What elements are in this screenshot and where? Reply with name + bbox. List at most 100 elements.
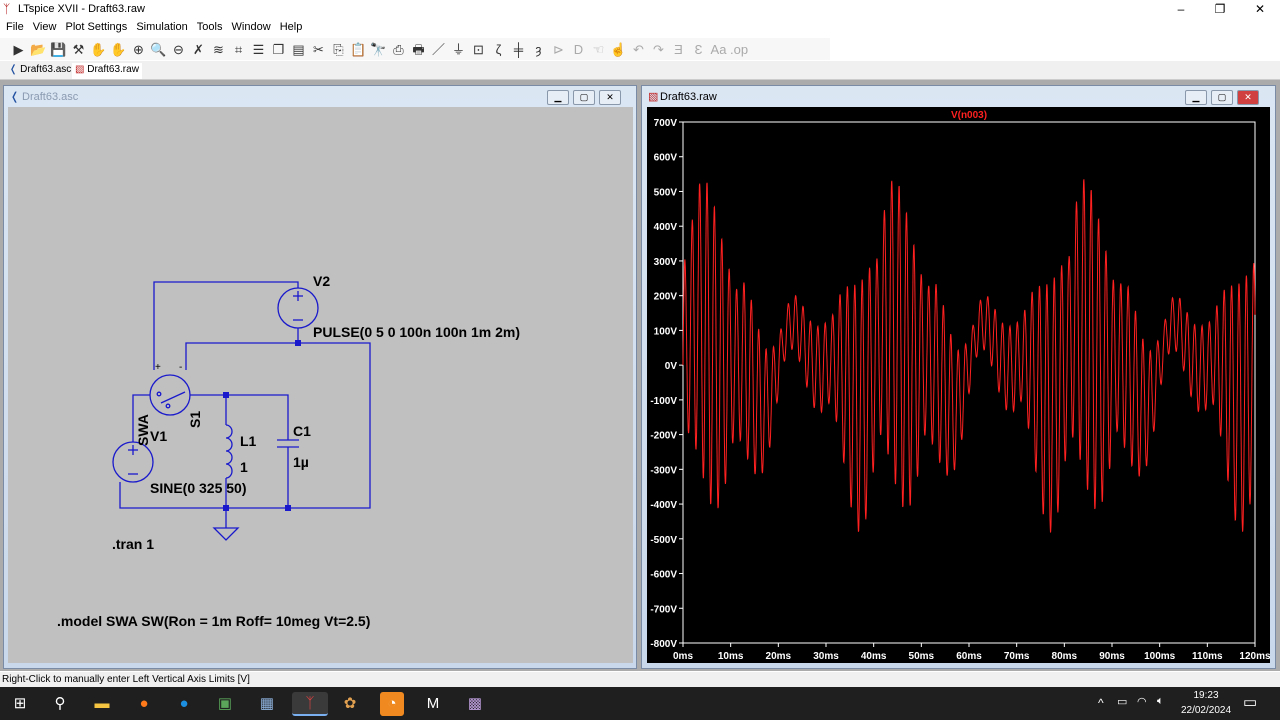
tray-chevron-icon[interactable]: ^ <box>1098 696 1104 710</box>
mark-data-icon[interactable]: ⌗ <box>230 41 247 58</box>
start-windows-icon[interactable]: ⊞ <box>8 692 32 716</box>
close-button[interactable]: ✕ <box>599 90 621 105</box>
minimize-button[interactable]: ▁ <box>547 90 569 105</box>
s1-model[interactable]: SWA <box>135 414 151 446</box>
y-tick-label: 200V <box>654 292 678 303</box>
v1-label[interactable]: V1 <box>150 428 167 444</box>
browser-icon[interactable]: ● <box>172 692 196 716</box>
inductor-icon[interactable]: ȝ <box>530 41 547 58</box>
status-bar: Right-Click to manually enter Left Verti… <box>0 672 1280 687</box>
schematic-window-title: Draft63.asc <box>22 91 79 103</box>
search-icon[interactable]: ⚲ <box>48 692 72 716</box>
menu-window[interactable]: Window <box>229 18 274 36</box>
clock-date[interactable]: 22/02/2024 <box>1176 705 1236 716</box>
drag-icon[interactable]: ☝ <box>610 41 627 58</box>
tab-draft63-asc[interactable]: ❬ Draft63.asc <box>6 63 74 79</box>
component-icon[interactable]: D <box>570 41 587 58</box>
v2-value[interactable]: PULSE(0 5 0 100n 100n 1m 2m) <box>313 324 520 340</box>
tile-icon[interactable]: ▤ <box>290 41 307 58</box>
file-explorer-icon[interactable]: ▬ <box>90 692 114 716</box>
v1-value[interactable]: SINE(0 325 50) <box>150 480 247 496</box>
menu-simulation[interactable]: Simulation <box>133 18 190 36</box>
y-tick-label: 500V <box>654 187 678 198</box>
control-panel-icon[interactable]: ⚒ <box>70 41 87 58</box>
x-tick-label: 50ms <box>909 651 935 662</box>
model-directive[interactable]: .model SWA SW(Ron = 1m Roff= 10meg Vt=2.… <box>57 613 370 629</box>
trace-label-v-n003[interactable]: V(n003) <box>951 110 987 121</box>
ground-icon[interactable]: ⏚ <box>450 41 467 58</box>
clock-time[interactable]: 19:23 <box>1180 690 1232 701</box>
zoom-in-icon[interactable]: ⊕ <box>130 41 147 58</box>
undo-icon[interactable]: ↶ <box>630 41 647 58</box>
cut-icon[interactable]: ✂ <box>310 41 327 58</box>
battery-icon[interactable]: ▭ <box>1117 695 1127 708</box>
label-icon[interactable]: ⊡ <box>470 41 487 58</box>
paste-icon[interactable]: 📋 <box>350 41 367 58</box>
schematic-canvas[interactable]: + - V2 PULSE(0 5 0 100n 100n 1m 2m) V1 S… <box>8 107 633 663</box>
waveform-plot[interactable]: V(n003) 700V 600V 500V 400V 300V 200V 100V 0V -1… <box>647 107 1270 663</box>
app-icon[interactable]: ▣ <box>213 692 237 716</box>
tab-label: Draft63.raw <box>87 64 139 75</box>
copy-icon[interactable]: ⎘ <box>330 41 347 58</box>
tab-draft63-raw[interactable]: ▧ Draft63.raw <box>72 63 142 79</box>
minimize-button[interactable]: – <box>1161 0 1201 18</box>
notifications-icon[interactable]: ▭ <box>1243 693 1257 711</box>
close-button[interactable]: ✕ <box>1240 0 1280 18</box>
menu-file[interactable]: File <box>3 18 27 36</box>
c1-value[interactable]: 1µ <box>293 454 309 470</box>
zoom-area-icon[interactable]: 🔍 <box>150 41 167 58</box>
open-icon[interactable]: 📂 <box>30 41 47 58</box>
y-tick-label: -800V <box>650 639 677 650</box>
tran-directive[interactable]: .tran 1 <box>112 536 154 552</box>
firefox-icon[interactable]: ● <box>132 692 156 716</box>
l1-label[interactable]: L1 <box>240 433 257 449</box>
waveform-window-title: Draft63.raw <box>660 91 717 103</box>
redo-icon[interactable]: ↷ <box>650 41 667 58</box>
menu-view[interactable]: View <box>30 18 60 36</box>
wifi-icon[interactable]: ◠ <box>1137 695 1147 708</box>
rotate-icon[interactable]: Ǝ <box>670 41 687 58</box>
maximize-button[interactable]: ❐ <box>1200 0 1240 18</box>
mirror-icon[interactable]: Ɛ <box>690 41 707 58</box>
close-button[interactable]: ✕ <box>1237 90 1259 105</box>
wire-icon[interactable]: ／ <box>430 41 447 58</box>
spice-directive-icon[interactable]: .op <box>730 41 748 58</box>
capacitor-icon[interactable]: ╪ <box>510 41 527 58</box>
halt-icon[interactable]: ✋ <box>90 41 107 58</box>
diode-icon[interactable]: ⊳ <box>550 41 567 58</box>
calculator-icon[interactable]: ▦ <box>255 692 279 716</box>
pan-icon[interactable]: ✋ <box>110 41 127 58</box>
print-setup-icon[interactable]: ⎙ <box>390 41 407 58</box>
save-icon[interactable]: 💾 <box>50 41 67 58</box>
find-icon[interactable]: 🔭 <box>370 41 387 58</box>
y-tick-label: 100V <box>654 326 678 337</box>
text-icon[interactable]: Aa <box>710 41 727 58</box>
menu-plot-settings[interactable]: Plot Settings <box>63 18 131 36</box>
move-icon[interactable]: ☜ <box>590 41 607 58</box>
zoom-cancel-icon[interactable]: ✗ <box>190 41 207 58</box>
waveform-icon: ▧ <box>75 64 88 75</box>
app-grid-icon[interactable]: ▩ <box>463 692 487 716</box>
volume-icon[interactable]: 🔈︎ <box>1157 695 1164 708</box>
restore-button[interactable]: ▢ <box>573 90 595 105</box>
minimize-button[interactable]: ▁ <box>1185 90 1207 105</box>
autorange-icon[interactable]: ≋ <box>210 41 227 58</box>
restore-button[interactable]: ▢ <box>1211 90 1233 105</box>
print-icon[interactable]: 🖶 <box>410 41 427 58</box>
s1-label[interactable]: S1 <box>187 411 203 428</box>
x-tick-label: 120ms <box>1239 651 1270 662</box>
tile-horizontal-icon[interactable]: ☰ <box>250 41 267 58</box>
matlab-icon[interactable]: M <box>421 692 445 716</box>
zoom-out-icon[interactable]: ⊖ <box>170 41 187 58</box>
paint-icon[interactable]: ✿ <box>338 692 362 716</box>
ltspice-taskbar-icon[interactable]: ᛉ <box>292 692 328 716</box>
cascade-icon[interactable]: ❐ <box>270 41 287 58</box>
app-orange-icon[interactable]: ◔ <box>380 692 404 716</box>
v2-label[interactable]: V2 <box>313 273 330 289</box>
menu-tools[interactable]: Tools <box>194 18 226 36</box>
l1-value[interactable]: 1 <box>240 459 248 475</box>
resistor-icon[interactable]: ζ <box>490 41 507 58</box>
run-icon[interactable]: ▶ <box>10 41 27 58</box>
c1-label[interactable]: C1 <box>293 423 311 439</box>
menu-help[interactable]: Help <box>277 18 306 36</box>
